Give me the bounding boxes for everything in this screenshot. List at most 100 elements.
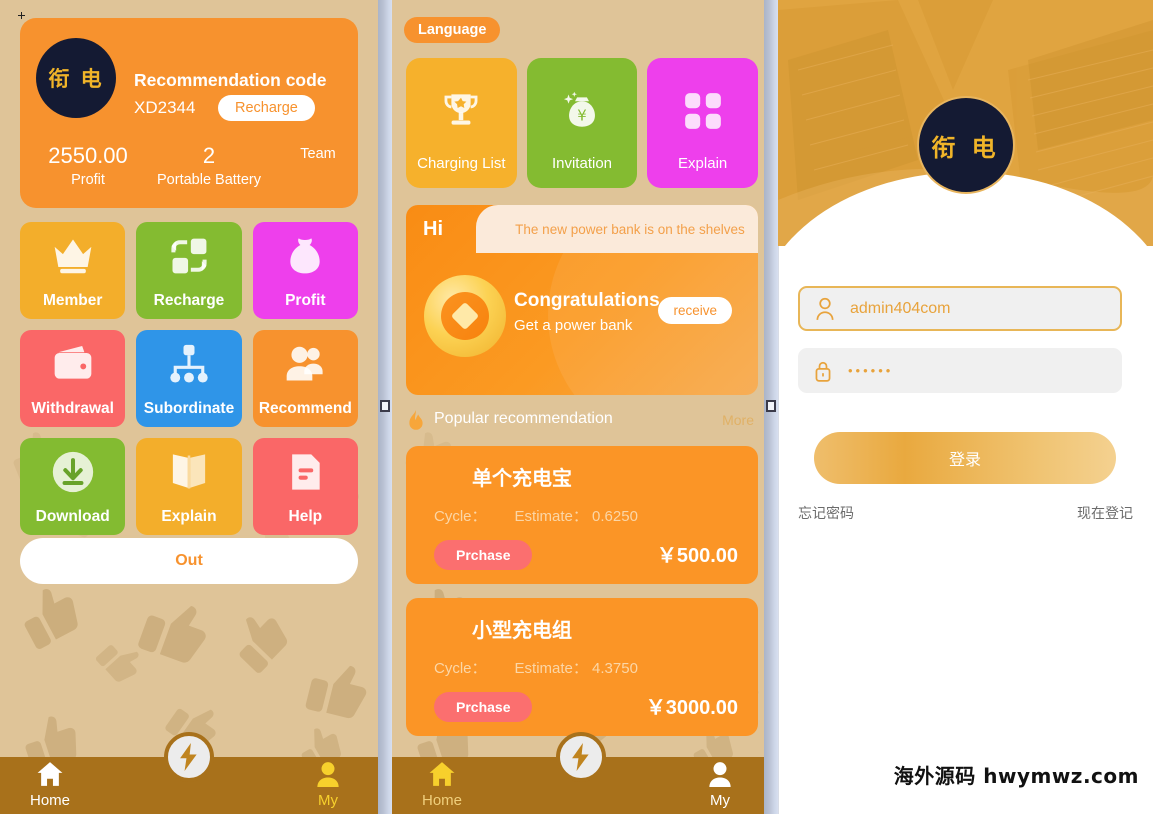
menu-tile-help[interactable]: Help	[252, 438, 358, 535]
mid-menu-tile-label: Invitation	[551, 155, 613, 172]
menu-tile-label: Profit	[285, 292, 326, 309]
wallet-icon	[51, 342, 95, 391]
menu-tile-subordinate[interactable]: Subordinate	[136, 330, 242, 427]
mid-menu-grid: Charging List ¥ Invitation Explain	[406, 58, 758, 188]
menu-tile-recharge[interactable]: Recharge	[136, 222, 242, 319]
product-price: ￥500.00	[656, 545, 738, 567]
svg-text:¥: ¥	[577, 106, 586, 124]
tab-home[interactable]: Home	[392, 761, 492, 810]
lightning-bolt-icon	[572, 743, 589, 771]
stat-team: Team	[266, 143, 370, 165]
menu-tile-explain[interactable]: Explain	[136, 438, 242, 535]
login-hero-image: 衔 电	[778, 0, 1153, 246]
user-icon	[670, 761, 770, 792]
tab-my[interactable]: My	[670, 761, 770, 810]
language-button[interactable]: Language	[404, 17, 501, 43]
purchase-button[interactable]: Prchase	[434, 540, 533, 570]
open-book-icon	[167, 450, 211, 499]
menu-tile-recommend[interactable]: Recommend	[252, 330, 358, 427]
mid-menu-tile-invitation[interactable]: ¥ Invitation	[526, 58, 638, 188]
menu-tile-label: Recommend	[258, 400, 352, 417]
banner-marquee: The new power bank is on the shelves	[476, 205, 758, 253]
menu-tile-profit[interactable]: Profit	[252, 222, 358, 319]
product-meta: Cycle： Estimate： 4.3750	[434, 657, 638, 678]
charge-fab-button[interactable]	[556, 732, 606, 782]
user-icon	[278, 761, 378, 792]
password-value: ••••••	[848, 363, 894, 378]
username-field[interactable]: admin404com	[798, 286, 1122, 331]
splitter-handle[interactable]	[766, 400, 776, 412]
product-card[interactable]: 单个充电宝 Cycle： Estimate： 0.6250 Prchase ￥50…	[406, 446, 758, 584]
username-value: admin404com	[850, 299, 951, 317]
product-meta: Cycle： Estimate： 0.6250	[434, 505, 638, 526]
tab-home[interactable]: Home	[0, 761, 100, 810]
mid-menu-tile-label: Charging List	[417, 155, 506, 172]
mid-bottom-tabbar: Home My	[392, 732, 770, 814]
product-name: 单个充电宝	[472, 466, 572, 490]
banner-greeting: Hi	[423, 217, 443, 240]
stat-profit: 2550.00 Profit	[32, 143, 144, 191]
cycle-label: Cycle：	[434, 660, 487, 677]
stat-label: Profit	[71, 172, 105, 188]
popular-more-link[interactable]: More	[722, 412, 754, 428]
splitter-handle[interactable]	[380, 400, 390, 412]
money-bag-icon: ¥	[561, 90, 603, 137]
panel-left-border	[778, 246, 779, 814]
panel-splitter-1[interactable]	[378, 0, 392, 814]
estimate-value: 4.3750	[592, 660, 638, 677]
menu-tile-member[interactable]: Member	[20, 222, 126, 319]
mid-menu-tile-label: Explain	[678, 155, 728, 172]
crown-icon	[51, 234, 95, 283]
menu-tile-label: Subordinate	[143, 400, 235, 417]
coin-icon	[424, 275, 506, 357]
recharge-button[interactable]: Recharge	[218, 95, 315, 121]
stat-portable-battery: 2 Portable Battery	[146, 143, 272, 191]
site-watermark: 海外源码 hwymwz.com	[893, 764, 1139, 788]
panel-splitter-2[interactable]	[764, 0, 778, 814]
menu-tile-withdrawal[interactable]: Withdrawal	[20, 330, 126, 427]
menu-tile-label: Download	[35, 508, 110, 525]
mid-menu-tile-explain[interactable]: Explain	[647, 58, 758, 188]
charge-fab-button[interactable]	[164, 732, 214, 782]
password-field[interactable]: ••••••	[798, 348, 1122, 393]
estimate-value: 0.6250	[592, 508, 638, 525]
forgot-password-link[interactable]: 忘记密码	[798, 503, 854, 523]
document-icon	[283, 450, 327, 499]
mid-menu-tile-charging-list[interactable]: Charging List	[406, 58, 517, 188]
avatar: 衔 电	[36, 38, 116, 118]
tab-label: Home	[421, 792, 462, 809]
tab-label: My	[710, 792, 730, 809]
popular-header: Popular recommendation More	[406, 408, 758, 436]
recommendation-code-title: Recommendation code	[134, 70, 327, 90]
menu-tile-label: Help	[288, 508, 323, 525]
hierarchy-icon	[167, 342, 211, 391]
tab-label: My	[318, 792, 338, 809]
receive-button[interactable]: receive	[658, 297, 732, 324]
menu-tile-download[interactable]: Download	[20, 438, 126, 535]
home-icon	[0, 761, 100, 792]
product-card[interactable]: 小型充电组 Cycle： Estimate： 4.3750 Prchase ￥30…	[406, 598, 758, 736]
register-link[interactable]: 现在登记	[1077, 503, 1133, 523]
cycle-label: Cycle：	[434, 508, 487, 525]
stat-label: Portable Battery	[157, 172, 261, 188]
promo-banner: The new power bank is on the shelves Hi …	[406, 205, 758, 395]
stat-value: 2550.00	[48, 143, 128, 168]
tab-my[interactable]: My	[278, 761, 378, 810]
money-bag-icon	[283, 234, 327, 283]
login-button[interactable]: 登录	[814, 432, 1116, 484]
trophy-icon	[440, 90, 482, 137]
menu-tile-label: Withdrawal	[31, 400, 114, 417]
logout-button[interactable]: Out	[20, 538, 358, 584]
app-logo: 衔 电	[916, 96, 1015, 194]
users-icon	[283, 342, 327, 391]
popular-title: Popular recommendation	[434, 410, 613, 427]
left-phone-panel: 衔 电 Recommendation code XD2344 Recharge …	[0, 0, 378, 814]
cursor-marker-icon	[18, 12, 25, 19]
recommendation-code-value: XD2344	[134, 98, 196, 117]
exchange-icon	[167, 234, 211, 283]
menu-tile-label: Explain	[161, 508, 217, 525]
purchase-button[interactable]: Prchase	[434, 692, 533, 722]
menu-tile-label: Recharge	[153, 292, 225, 309]
product-name: 小型充电组	[472, 618, 572, 642]
home-icon	[392, 761, 492, 792]
